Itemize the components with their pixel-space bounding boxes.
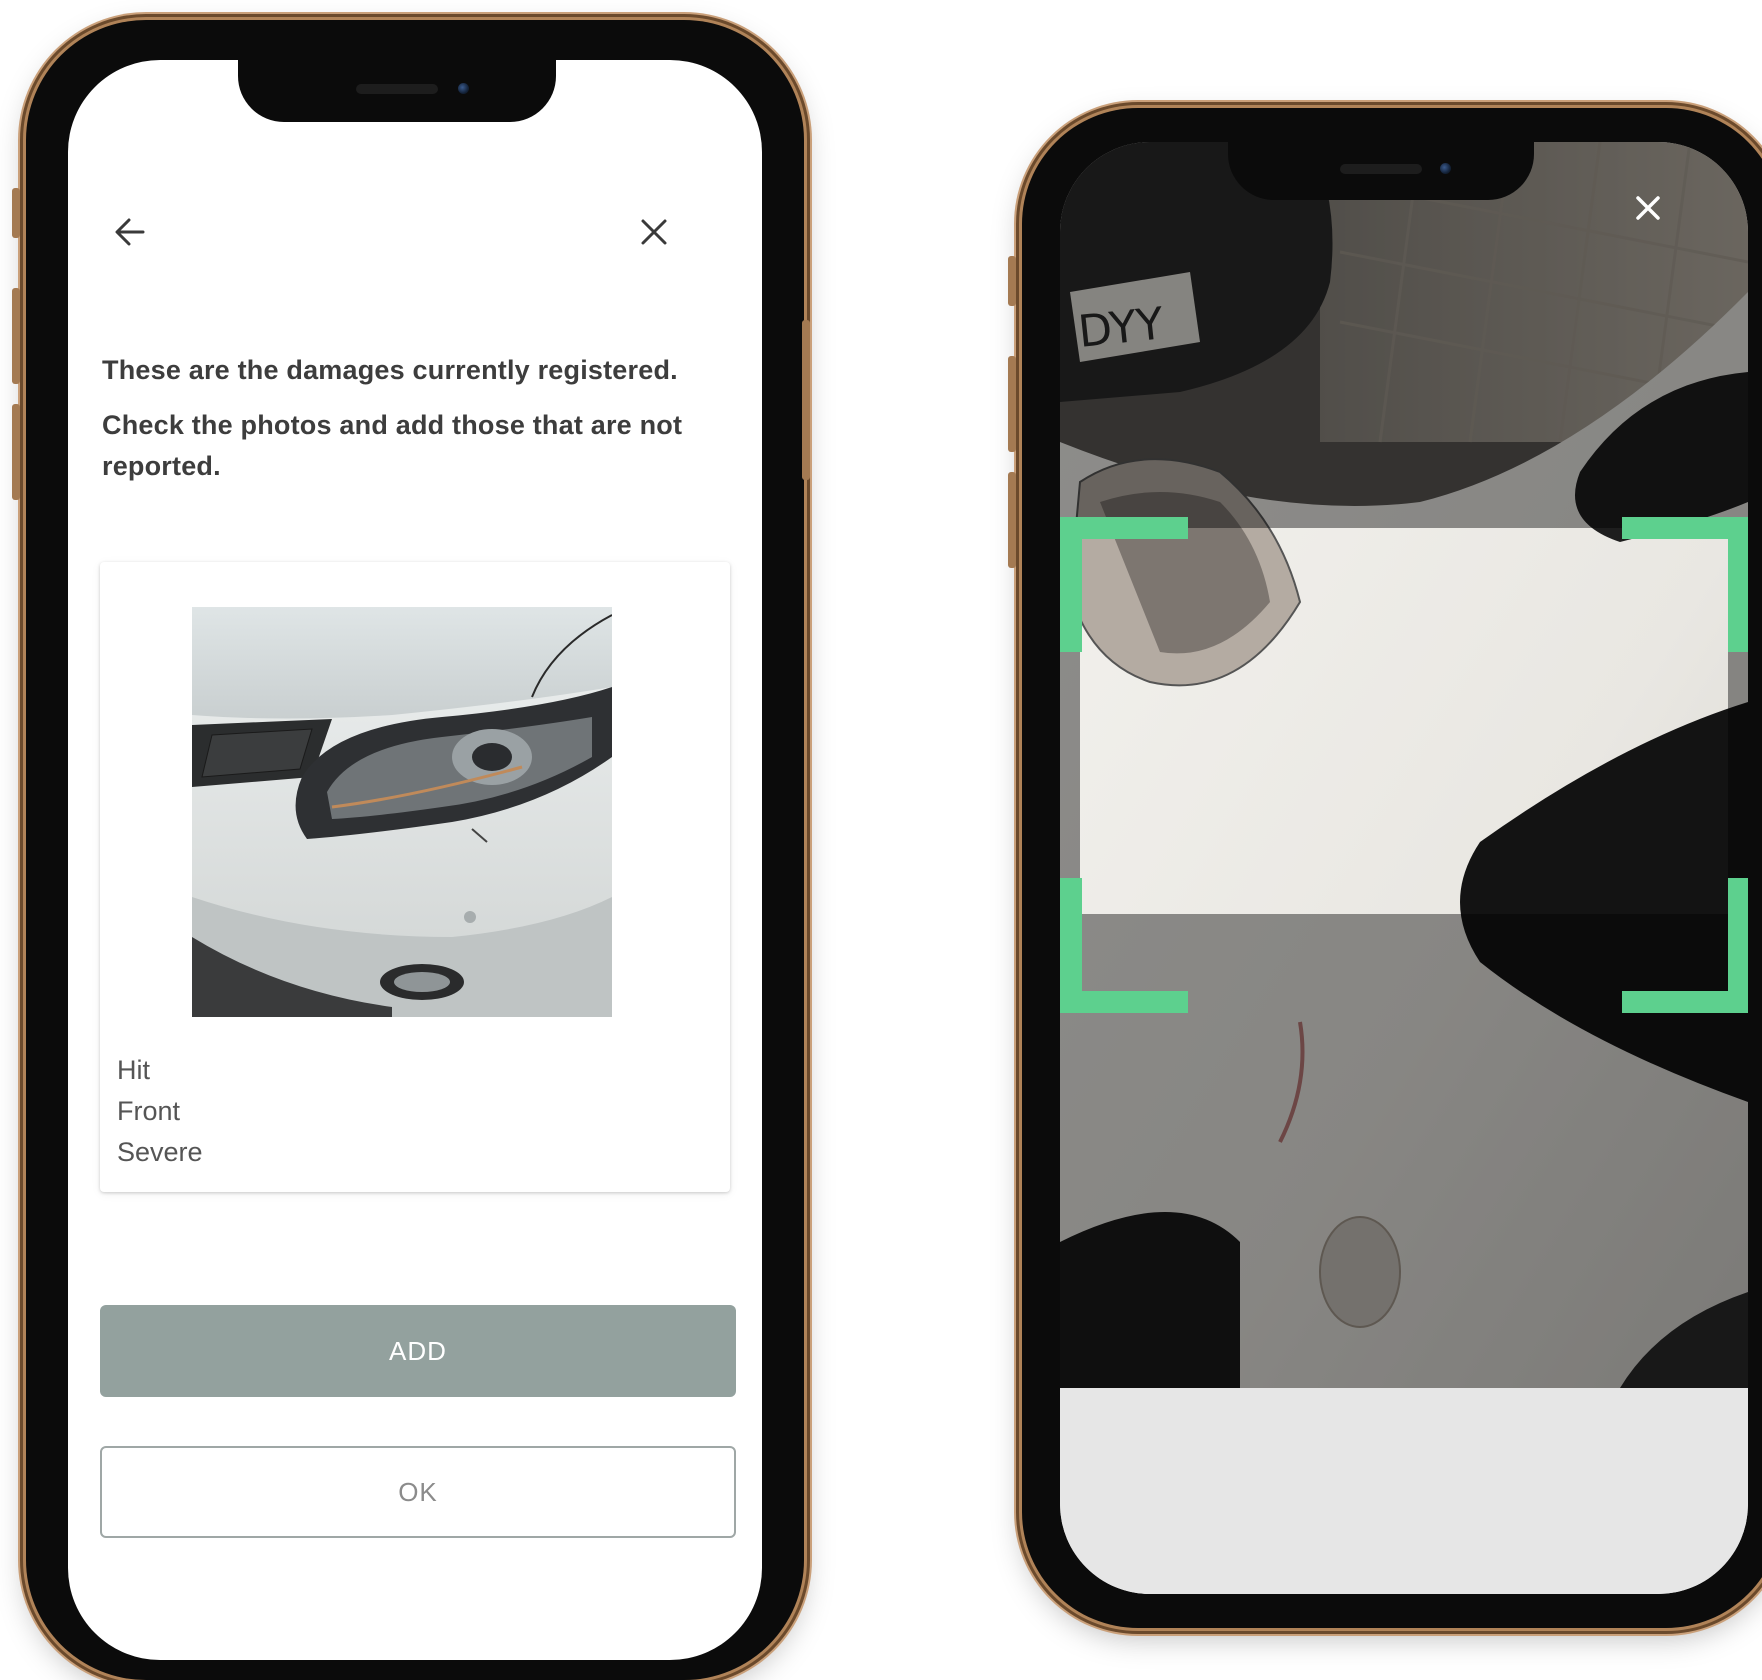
damage-type: Hit xyxy=(117,1055,150,1085)
power-button xyxy=(802,320,810,480)
scan-frame-corner-bottom-right xyxy=(1622,878,1748,1013)
scan-frame-corner-top-right xyxy=(1622,517,1748,652)
volume-up-button xyxy=(12,288,20,384)
damages-screen: These are the damages currently register… xyxy=(68,60,762,1660)
intro-line-2: Check the photos and add those that are … xyxy=(102,410,683,481)
speaker-grille xyxy=(356,84,438,94)
front-camera xyxy=(458,83,469,94)
damage-location: Front xyxy=(117,1096,181,1126)
notch xyxy=(238,60,556,122)
add-button[interactable]: ADD xyxy=(100,1305,736,1397)
damage-severity: Severe xyxy=(117,1137,203,1167)
close-button[interactable] xyxy=(628,206,680,258)
close-icon xyxy=(1636,196,1660,220)
car-front-photo xyxy=(192,607,612,1017)
close-icon xyxy=(641,219,667,245)
scan-frame-corner-top-left xyxy=(1060,517,1188,652)
notch xyxy=(1228,142,1534,200)
arrow-left-icon xyxy=(115,218,145,246)
mute-switch xyxy=(12,188,20,238)
intro-line-1: These are the damages currently register… xyxy=(102,355,678,385)
back-button[interactable] xyxy=(104,206,156,258)
damage-details: Hit Front Severe xyxy=(117,1050,203,1173)
scan-frame-corner-bottom-left xyxy=(1060,878,1188,1013)
ok-button[interactable]: OK xyxy=(100,1446,736,1538)
camera-close-button[interactable] xyxy=(1622,182,1674,234)
intro-text: These are the damages currently register… xyxy=(102,350,722,487)
mute-switch xyxy=(1008,256,1016,306)
camera-screen: DYY xyxy=(1060,142,1748,1594)
damage-card[interactable]: Hit Front Severe xyxy=(100,562,730,1192)
volume-down-button xyxy=(12,404,20,500)
phone-frame-right: DYY xyxy=(1008,108,1762,1628)
volume-down-button xyxy=(1008,472,1016,568)
volume-up-button xyxy=(1008,356,1016,452)
camera-viewfinder[interactable]: DYY xyxy=(1060,142,1748,1388)
phone-frame-left: These are the damages currently register… xyxy=(12,20,810,1680)
camera-bottom-bar xyxy=(1060,1388,1748,1594)
damage-photo[interactable] xyxy=(192,607,612,1017)
speaker-grille xyxy=(1340,164,1422,174)
front-camera xyxy=(1440,163,1451,174)
